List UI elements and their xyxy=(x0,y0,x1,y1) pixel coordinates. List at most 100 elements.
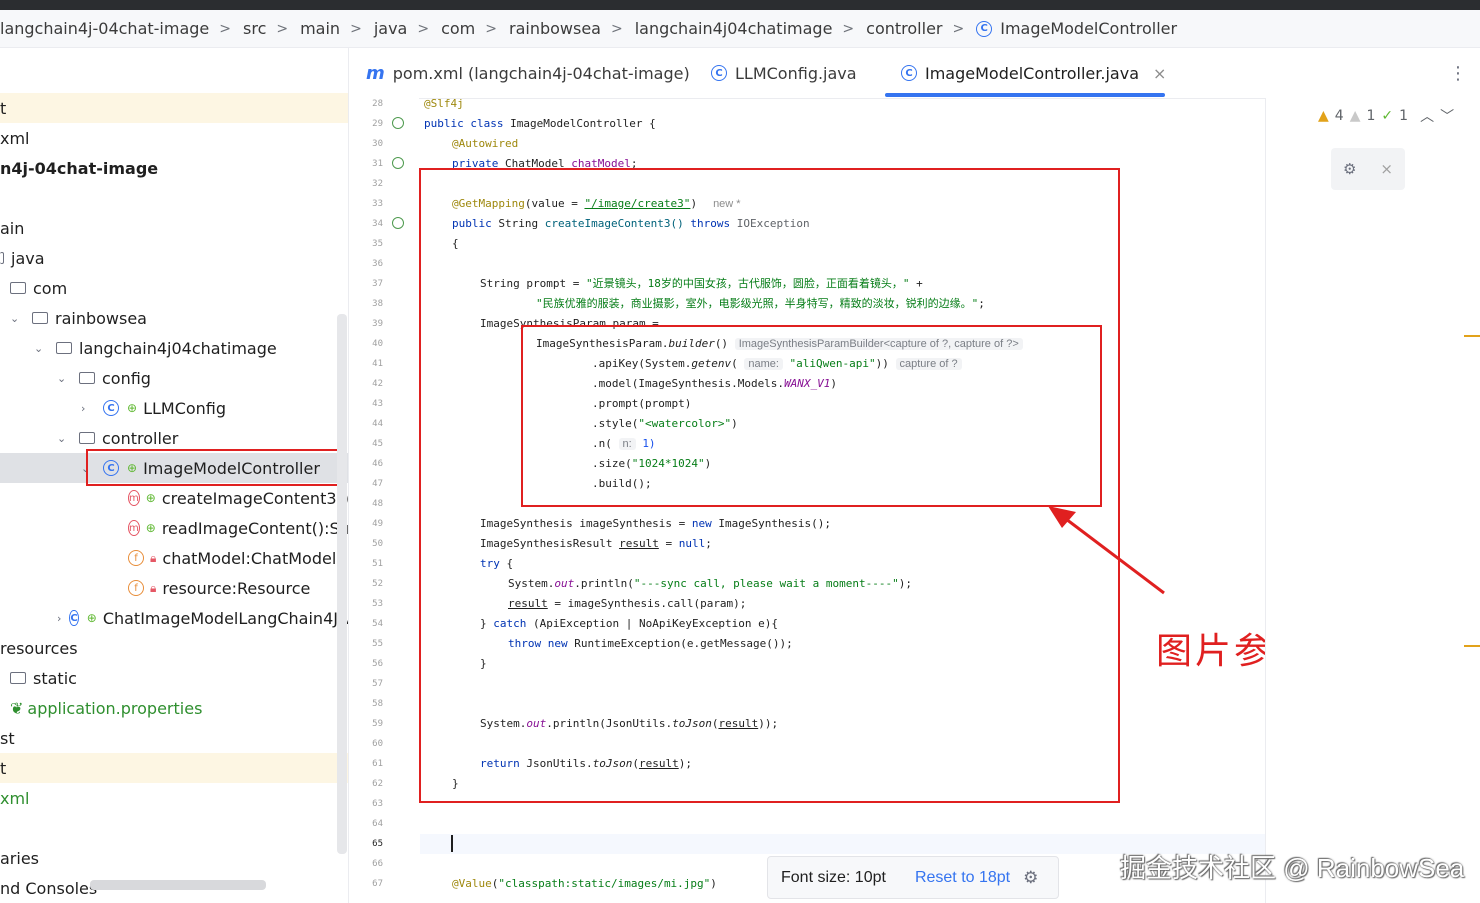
line-number: 46 xyxy=(372,459,383,469)
tree-item-resources[interactable]: resources xyxy=(0,633,348,663)
tree-item-label: xml xyxy=(0,128,30,148)
line-number: 63 xyxy=(372,799,383,809)
tree-item[interactable]: t xyxy=(0,93,348,123)
chevron-down-icon[interactable]: ⌄ xyxy=(57,372,71,385)
tree-item-field[interactable]: f 🔒︎ resource:Resource xyxy=(0,573,348,603)
tree-horizontal-scrollbar[interactable] xyxy=(90,880,266,890)
tree-item-llmconfig[interactable]: › C ⊕ LLMConfig xyxy=(0,393,348,423)
public-visibility-icon: ⊕ xyxy=(127,401,138,415)
breadcrumb-separator: > xyxy=(485,20,497,37)
close-icon[interactable]: × xyxy=(1380,160,1393,178)
tree-item-label: java xyxy=(11,248,45,268)
bean-gutter-icon[interactable] xyxy=(392,157,404,169)
tree-item[interactable]: st xyxy=(0,723,348,753)
line-number: 28 xyxy=(372,99,383,109)
code-line-30[interactable]: @Autowired xyxy=(452,137,518,151)
breadcrumb-separator: > xyxy=(952,20,965,37)
line-number: 30 xyxy=(372,139,383,149)
chevron-up-icon[interactable]: ︿ xyxy=(1420,106,1434,126)
chevron-right-icon[interactable]: › xyxy=(81,402,95,415)
tree-item-libraries[interactable]: aries xyxy=(0,843,348,873)
code-line-28[interactable]: @Slf4j xyxy=(424,97,464,111)
line-number: 32 xyxy=(372,179,383,189)
breadcrumb-separator: > xyxy=(842,20,855,37)
tree-item-rainbowsea[interactable]: ⌄ rainbowsea xyxy=(0,303,348,333)
tree-item-module[interactable]: n4j-04chat-image xyxy=(0,153,348,183)
folder-icon xyxy=(10,672,26,684)
breadcrumb-separator: > xyxy=(219,20,231,37)
breadcrumb-item-controller[interactable]: controller xyxy=(866,19,942,38)
tree-item-java[interactable]: java xyxy=(0,243,348,273)
gear-icon[interactable]: ⚙︎ xyxy=(1023,868,1038,888)
breadcrumb-item-src[interactable]: src xyxy=(243,19,266,38)
public-visibility-icon: ⊕ xyxy=(86,611,97,625)
breadcrumb-item-main[interactable]: main xyxy=(300,19,340,38)
breadcrumb-item-class[interactable]: ImageModelController xyxy=(1000,19,1177,38)
chevron-right-icon[interactable]: › xyxy=(57,612,61,625)
tree-item-package[interactable]: ⌄ langchain4j04chatimage xyxy=(0,333,348,363)
line-number: 50 xyxy=(372,539,383,549)
tab-imagemodelcontroller[interactable]: C ImageModelController.java × xyxy=(901,48,1166,98)
public-visibility-icon: ⊕ xyxy=(145,521,156,535)
chevron-down-icon[interactable]: ⌄ xyxy=(34,342,48,355)
tree-highlight-box xyxy=(86,449,339,486)
reset-font-link[interactable]: Reset to 18pt xyxy=(915,869,1010,887)
inspection-widget[interactable]: ▲ 4 ▲ 1 ✓ 1 ︿ ﹀ xyxy=(1318,106,1454,126)
tree-item-method[interactable]: m ⊕ createImageContent3():S xyxy=(0,483,348,513)
line-number: 43 xyxy=(372,399,383,409)
tree-item[interactable]: xml xyxy=(0,783,348,813)
tree-item-label: nd Consoles xyxy=(0,878,98,898)
breadcrumb-separator: > xyxy=(610,20,623,37)
line-number: 39 xyxy=(372,319,383,329)
line-number: 53 xyxy=(372,599,383,609)
tab-llmconfig[interactable]: C LLMConfig.java xyxy=(711,48,857,98)
method-icon: m xyxy=(128,520,140,536)
line-number: 36 xyxy=(372,259,383,269)
tree-item-label: xml xyxy=(0,788,30,808)
more-menu-icon[interactable]: ⋮ xyxy=(1449,48,1467,98)
chevron-down-icon[interactable]: ﹀ xyxy=(1440,106,1454,126)
package-folder-icon xyxy=(79,372,95,384)
line-number: 40 xyxy=(372,339,383,349)
tree-item-application-class[interactable]: › C ⊕ ChatImageModelLangChain4JA xyxy=(0,603,348,633)
tree-item-com[interactable]: com xyxy=(0,273,348,303)
line-number: 44 xyxy=(372,419,383,429)
tree-scrollbar[interactable] xyxy=(337,314,347,854)
tree-item-label: static xyxy=(33,668,77,688)
breadcrumb-item-project[interactable]: langchain4j-04chat-image xyxy=(0,19,209,38)
line-number: 56 xyxy=(372,659,383,669)
tree-item-config[interactable]: ⌄ config xyxy=(0,363,348,393)
tree-item-static[interactable]: static xyxy=(0,663,348,693)
tab-pom-xml[interactable]: m pom.xml (langchain4j-04chat-image) xyxy=(366,48,690,98)
bean-gutter-icon[interactable] xyxy=(392,117,404,129)
line-number: 47 xyxy=(372,479,383,489)
chevron-down-icon[interactable]: ⌄ xyxy=(10,312,24,325)
tree-item[interactable]: t xyxy=(0,753,348,783)
tree-item-field[interactable]: f 🔒︎ chatModel:ChatModel xyxy=(0,543,348,573)
font-size-label: Font size: 10pt xyxy=(781,868,886,886)
breadcrumb-item-com[interactable]: com xyxy=(441,19,475,38)
line-number: 61 xyxy=(372,759,383,769)
chevron-down-icon[interactable]: ⌄ xyxy=(57,432,71,445)
tree-item-main[interactable]: ain xyxy=(0,213,348,243)
ai-assistant-widget: ⚙︎ × xyxy=(1331,148,1405,190)
close-icon[interactable]: × xyxy=(1153,64,1166,83)
tree-item-properties[interactable]: ❦ application.properties xyxy=(0,693,348,723)
endpoint-gutter-icon[interactable] xyxy=(392,217,404,229)
tree-item-method[interactable]: m ⊕ readImageContent():Stri xyxy=(0,513,348,543)
code-line-67[interactable]: @Value("classpath:static/images/mi.jpg") xyxy=(452,877,717,891)
tree-item-label: controller xyxy=(102,428,179,448)
tree-item-label: resources xyxy=(0,638,78,658)
tree-item[interactable]: xml xyxy=(0,123,348,153)
breadcrumb-item-package[interactable]: langchain4j04chatimage xyxy=(635,19,833,38)
breadcrumb: langchain4j-04chat-image > src > main > jav… xyxy=(0,10,1480,48)
breadcrumb-item-rainbowsea[interactable]: rainbowsea xyxy=(509,19,601,38)
ai-assistant-icon[interactable]: ⚙︎ xyxy=(1343,160,1356,178)
package-folder-icon xyxy=(32,312,48,324)
code-line-29[interactable]: public class ImageModelController { xyxy=(424,117,656,131)
annotation-arrow xyxy=(1048,506,1165,595)
line-number: 57 xyxy=(372,679,383,689)
tab-label: ImageModelController.java xyxy=(925,63,1139,83)
line-number: 62 xyxy=(372,779,383,789)
breadcrumb-item-java[interactable]: java xyxy=(374,19,408,38)
